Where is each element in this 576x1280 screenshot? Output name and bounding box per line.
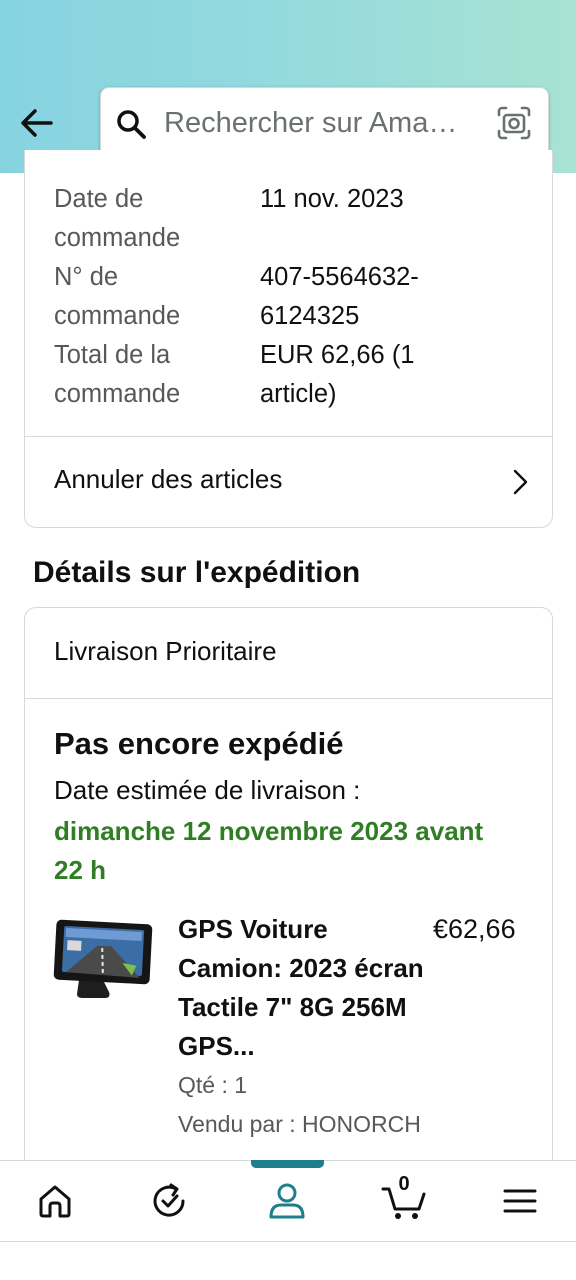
product-image[interactable] (53, 918, 153, 1002)
header-bar: Rechercher sur Ama… (0, 0, 576, 173)
nav-home[interactable] (33, 1179, 77, 1223)
divider (25, 698, 552, 699)
menu-icon (503, 1189, 537, 1213)
cart-count-badge: 0 (398, 1173, 410, 1195)
order-date-label: Date de commande (54, 185, 181, 252)
active-tab-indicator (251, 1160, 324, 1168)
product-quantity: Qté : 1 (178, 1072, 248, 1098)
nav-account[interactable] (265, 1179, 309, 1223)
nav-reorder[interactable] (148, 1179, 192, 1223)
nav-menu[interactable] (498, 1179, 542, 1223)
delivery-estimate-date: dimanche 12 novembre 2023 avant 22 h (54, 816, 484, 885)
nav-cart[interactable]: 0 (380, 1173, 428, 1223)
account-icon (269, 1183, 305, 1219)
back-arrow-icon (21, 109, 53, 137)
order-summary-card: Date de commande 11 nov. 2023 N° de comm… (24, 150, 553, 528)
shipment-section-title: Détails sur l'expédition (33, 556, 361, 589)
search-icon (117, 110, 146, 139)
product-title[interactable]: GPS Voiture Camion: 2023 écran Tactile 7… (178, 910, 428, 1066)
order-number-label: N° de commande (54, 263, 181, 330)
search-input[interactable]: Rechercher sur Ama… (100, 87, 549, 157)
shipment-card: Livraison Prioritaire Pas encore expédié… (24, 607, 553, 1187)
cancel-items-row[interactable]: Annuler des articles (25, 437, 552, 527)
shipping-method: Livraison Prioritaire (54, 636, 277, 666)
bottom-nav: 0 (0, 1160, 576, 1242)
delivery-estimate-label: Date estimée de livraison : (54, 775, 361, 805)
home-icon (39, 1185, 71, 1218)
order-total-value: EUR 62,66 (1 article) (260, 341, 415, 408)
back-button[interactable] (14, 100, 60, 146)
shipment-status: Pas encore expédié (54, 726, 344, 761)
search-placeholder: Rechercher sur Ama… (164, 107, 458, 139)
reorder-icon (153, 1183, 185, 1217)
order-number-value: 407-5564632-6124325 (260, 263, 419, 330)
product-seller: Vendu par : HONORCH (178, 1111, 421, 1137)
order-date-value: 11 nov. 2023 (260, 185, 404, 213)
product-price: €62,66 (433, 914, 516, 944)
chevron-right-icon (513, 469, 528, 495)
order-total-label: Total de la commande (54, 341, 181, 408)
cancel-items-label: Annuler des articles (54, 464, 283, 494)
camera-search-icon[interactable] (496, 105, 532, 141)
